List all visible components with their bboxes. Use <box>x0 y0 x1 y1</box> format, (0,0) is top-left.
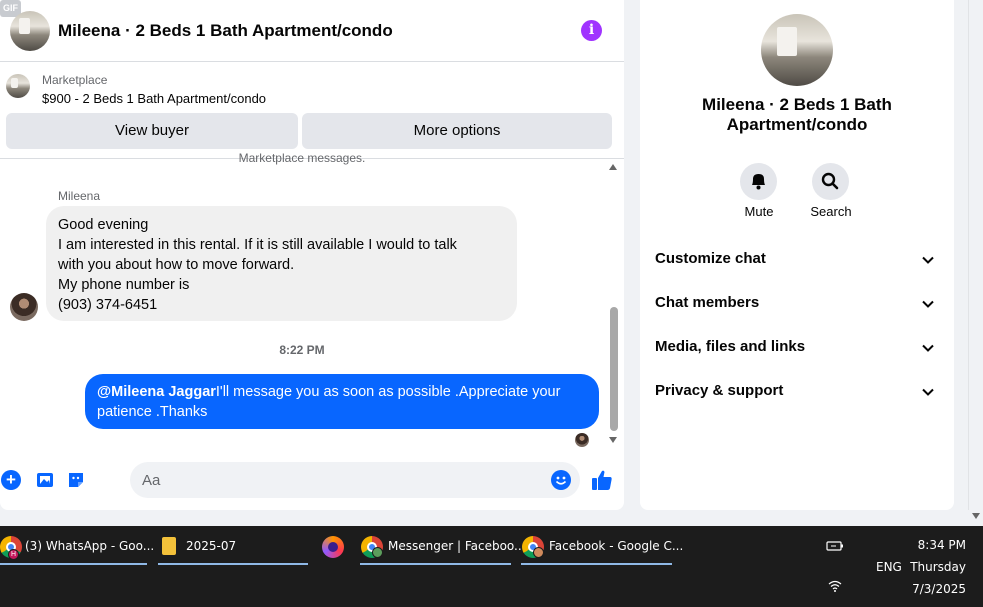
message-input-placeholder: Aa <box>142 472 161 489</box>
listing-title[interactable]: $900 - 2 Beds 1 Bath Apartment/condo <box>42 91 266 106</box>
view-buyer-button[interactable]: View buyer <box>6 113 298 149</box>
taskbar-label: 2025-07 <box>186 539 237 553</box>
more-options-button[interactable]: More options <box>302 113 612 149</box>
clock-date[interactable]: 7/3/2025 <box>900 582 966 596</box>
profile-badge <box>372 547 383 558</box>
chevron-down-icon <box>922 256 934 264</box>
message-timestamp: 8:22 PM <box>279 343 325 357</box>
chevron-down-icon <box>922 388 934 396</box>
message-list: Marketplace messages. Mileena Good eveni… <box>0 151 624 452</box>
message-line: My phone number is <box>58 277 190 293</box>
message-line: (903) 374-6451 <box>58 297 158 313</box>
taskbar-underline <box>158 563 308 565</box>
photo-icon[interactable] <box>35 470 55 490</box>
mute-label: Mute <box>744 204 774 219</box>
section-customize-chat[interactable]: Customize chat <box>640 240 954 280</box>
details-avatar[interactable] <box>761 14 833 86</box>
clock-time[interactable]: 8:34 PM <box>900 538 966 552</box>
wifi-icon[interactable] <box>828 580 842 595</box>
profile-badge <box>533 547 544 558</box>
taskbar-label: Messenger | Faceboo... <box>388 539 526 553</box>
page-scrollbar[interactable] <box>968 0 969 510</box>
battery-icon[interactable] <box>826 540 844 555</box>
sender-name: Mileena <box>58 189 101 203</box>
search-label: Search <box>810 204 852 219</box>
firefox-icon <box>322 536 344 558</box>
page-scroll-down-arrow[interactable] <box>972 513 980 519</box>
section-label: Customize chat <box>655 250 766 267</box>
folder-icon <box>162 537 176 555</box>
message-scrollbar[interactable] <box>610 307 618 431</box>
plus-icon[interactable]: + <box>1 470 21 490</box>
read-receipt-avatar <box>575 433 589 447</box>
emoji-icon[interactable] <box>551 470 571 490</box>
section-chat-members[interactable]: Chat members <box>640 284 954 324</box>
taskbar-item-messenger[interactable]: Messenger | Faceboo... <box>360 526 526 566</box>
mute-button[interactable] <box>740 163 777 200</box>
chevron-down-icon <box>922 344 934 352</box>
section-media-files-links[interactable]: Media, files and links <box>640 328 954 368</box>
message-line: Good evening <box>58 217 149 233</box>
section-label: Chat members <box>655 294 760 311</box>
outgoing-message[interactable]: @Mileena JaggarI'll message you as soon … <box>85 374 599 429</box>
taskbar-underline <box>521 563 672 565</box>
chat-panel: Mileena · 2 Beds 1 Bath Apartment/condo … <box>0 0 624 510</box>
profile-badge: H <box>8 549 19 560</box>
clock-day[interactable]: Thursday <box>900 560 966 574</box>
info-icon[interactable]: i <box>581 20 602 41</box>
taskbar-underline <box>360 563 511 565</box>
listing-avatar[interactable] <box>10 11 50 51</box>
taskbar: H (3) WhatsApp - Goo... 2025-07 Messenge… <box>0 526 983 607</box>
section-label: Privacy & support <box>655 382 784 399</box>
listing-thumbnail[interactable] <box>6 74 30 98</box>
chevron-down-icon <box>922 300 934 308</box>
search-button[interactable] <box>812 163 849 200</box>
section-label: Media, files and links <box>655 338 806 355</box>
thumbs-up-icon[interactable] <box>590 468 614 492</box>
taskbar-item-firefox[interactable] <box>322 526 346 566</box>
marketplace-label: Marketplace <box>42 73 108 87</box>
taskbar-label: Facebook - Google C... <box>549 539 684 553</box>
section-privacy-support[interactable]: Privacy & support <box>640 372 954 412</box>
incoming-message[interactable]: Good evening I am interested in this ren… <box>46 206 517 321</box>
sender-avatar[interactable] <box>10 293 38 321</box>
chat-title[interactable]: Mileena · 2 Beds 1 Bath Apartment/condo <box>58 21 393 41</box>
scroll-down-arrow[interactable] <box>609 437 617 443</box>
taskbar-item-folder[interactable]: 2025-07 <box>158 526 308 566</box>
language-indicator[interactable]: ENG <box>876 560 902 574</box>
message-line: I am interested in this rental. If it is… <box>58 237 457 253</box>
message-line: with you about how to move forward. <box>58 257 295 273</box>
taskbar-label: (3) WhatsApp - Goo... <box>25 539 155 553</box>
taskbar-item-facebook[interactable]: Facebook - Google C... <box>521 526 683 566</box>
details-title: Mileena · 2 Beds 1 Bath Apartment/condo <box>702 95 892 134</box>
taskbar-underline <box>0 563 147 565</box>
taskbar-item-whatsapp[interactable]: H (3) WhatsApp - Goo... <box>0 526 154 566</box>
scroll-up-arrow[interactable] <box>609 164 617 170</box>
sticker-icon[interactable] <box>66 470 86 490</box>
chat-details-panel: Mileena · 2 Beds 1 Bath Apartment/condo … <box>640 0 954 510</box>
message-input[interactable]: Aa <box>130 462 580 498</box>
mention[interactable]: @Mileena Jaggar <box>97 384 216 400</box>
chat-header: Mileena · 2 Beds 1 Bath Apartment/condo … <box>0 0 624 62</box>
marketplace-notice: Marketplace messages. <box>238 151 366 165</box>
